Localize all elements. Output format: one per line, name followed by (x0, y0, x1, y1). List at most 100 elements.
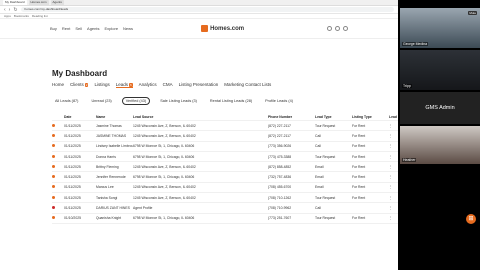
column-header[interactable]: Name (96, 115, 133, 119)
cell-listing: For Rent (352, 154, 366, 159)
home-logo-icon (201, 25, 209, 32)
cell-source: 1245 Wisconsin Ave, Z, Benson, IL 60402 (133, 133, 196, 138)
reload-icon[interactable]: ↻ (13, 7, 17, 13)
cell-date: 01/11/2025 (64, 195, 81, 200)
cell-date: 01/11/2025 (64, 164, 81, 169)
site-nav-item[interactable]: News (123, 26, 133, 31)
column-header[interactable]: Phone Number (268, 115, 315, 119)
filter-chip[interactable]: Rental Listing Leads (28) (207, 98, 255, 104)
tab-marketing-contact-lists[interactable]: Marketing Contact Lists (224, 82, 271, 88)
tab-label: Clients (70, 82, 84, 87)
cell-name[interactable]: DARIUS ZANT HINES (96, 206, 133, 210)
bell-icon[interactable] (335, 26, 340, 31)
row-menu-icon[interactable]: ⋮ (389, 155, 398, 159)
row-menu-icon[interactable]: ⋮ (389, 165, 398, 169)
tab-cma[interactable]: CMA (163, 82, 173, 88)
cell-name[interactable]: Donna Harris (96, 155, 133, 159)
heart-icon[interactable] (327, 26, 332, 31)
cell-phone: (708) 710-9962 (268, 206, 292, 211)
filter-chip[interactable]: Unread (23) (88, 98, 114, 104)
cell-name[interactable]: Jennifer Rennerode (96, 175, 133, 179)
row-menu-icon[interactable]: ⋮ (389, 196, 398, 200)
tab-leads[interactable]: Leads 6 (115, 82, 133, 88)
video-tile[interactable]: Tripp (400, 50, 480, 90)
tab-clients[interactable]: Clients 2 (70, 82, 89, 88)
browser-tab[interactable]: Agents (50, 0, 64, 5)
table-row[interactable]: 01/11/2025 Brittny Fleming 1245 Wisconsin … (52, 162, 398, 173)
filter-chip[interactable]: All Leads (87) (52, 98, 81, 104)
status-dot (52, 185, 55, 189)
bookmark[interactable]: Reading list (32, 14, 48, 18)
table-row[interactable]: 01/11/2025 Tanisha Songi 1245 Wisconsin Av… (52, 193, 398, 204)
back-icon[interactable]: ‹ (4, 7, 6, 13)
cell-name[interactable]: Tanisha Songi (96, 196, 133, 200)
tab-listing-presentation[interactable]: Listing Presentation (179, 82, 219, 88)
table-row[interactable]: 01/11/2025 Donna Harris 6798 W Monroe St, … (52, 152, 398, 163)
site-nav-item[interactable]: Rent (62, 26, 70, 31)
status-dot-cell (52, 154, 64, 159)
cell-date: 01/11/2025 (64, 185, 81, 190)
video-tile[interactable]: GMS Admin (400, 92, 480, 124)
cell-name[interactable]: Brittny Fleming (96, 165, 133, 169)
table-row[interactable]: 01/11/2025 JASMINE THOMAS 1245 Wisconsin A… (52, 131, 398, 142)
tab-listings[interactable]: Listings (94, 82, 109, 88)
row-menu-icon[interactable]: ⋮ (389, 175, 398, 179)
table-row[interactable]: 01/11/2025 Jasmine Thomas 1245 Wisconsin A… (52, 121, 398, 132)
bookmark[interactable]: Apps (4, 14, 11, 18)
site-nav-item[interactable]: Sell (75, 26, 82, 31)
row-menu-icon[interactable]: ⋮ (389, 124, 398, 128)
site-nav-item[interactable]: Agents (87, 26, 99, 31)
status-dot-cell (52, 123, 64, 128)
table-row[interactable]: 01/10/2025 Quanisha Knight 6798 W Monroe S… (52, 214, 398, 224)
browser-tab[interactable]: Homes.com (28, 0, 49, 5)
browser-tab[interactable]: My Dashboard (3, 0, 27, 5)
video-tile[interactable]: Mute George Medina (400, 8, 480, 48)
filter-chip[interactable]: Profile Leads (4) (262, 98, 296, 104)
site-nav-item[interactable]: Explore (104, 26, 118, 31)
url-field[interactable]: homes.com/my-dashboard/leads (20, 7, 394, 12)
cell-type: Tour Request (315, 195, 336, 200)
cell-name[interactable]: Quanisha Knight (96, 216, 133, 220)
column-header[interactable]: Listing Type (352, 115, 389, 119)
cell-name[interactable]: JASMINE THOMAS (96, 134, 133, 138)
table-row[interactable]: 01/11/2025 Lindsey Isabelle Limbrough6798… (52, 142, 398, 152)
grid-view-button[interactable]: ⊞ (466, 214, 476, 224)
status-dot-cell (52, 216, 64, 220)
row-menu-icon[interactable]: ⋮ (389, 216, 398, 220)
cell-date: 01/11/2025 (64, 154, 81, 159)
column-header[interactable]: Lead Source (133, 115, 268, 119)
table-row[interactable]: 01/11/2025 Marcus Lee 1245 Wisconsin Ave, … (52, 183, 398, 194)
column-header[interactable]: Lead Type (315, 115, 352, 119)
cell-name[interactable]: Lindsey Isabelle Limbrough (96, 144, 133, 148)
status-dot (52, 123, 55, 127)
filter-chip[interactable]: Sale Listing Leads (3) (157, 98, 200, 104)
table-row[interactable]: 01/11/2025 DARIUS ZANT HINES Agent Profile… (52, 203, 398, 214)
forward-icon[interactable]: › (9, 7, 11, 13)
column-header[interactable]: Lead Status (389, 115, 398, 119)
table-row[interactable]: 01/11/2025 Jennifer Rennerode 6798 W Monro… (52, 172, 398, 183)
video-tile[interactable]: Heather (400, 126, 480, 164)
page-title: My Dashboard (52, 69, 108, 78)
cell-date: 01/11/2025 (64, 133, 81, 138)
tab-home[interactable]: Home (52, 82, 64, 88)
site-nav-item[interactable]: Buy (50, 26, 57, 31)
cell-type: Email (315, 185, 324, 190)
site-logo[interactable]: Homes.com (201, 25, 244, 32)
status-dot (52, 216, 55, 220)
row-menu-icon[interactable]: ⋮ (389, 206, 398, 210)
row-menu-icon[interactable]: ⋮ (389, 134, 398, 138)
cell-listing: For Rent (352, 195, 366, 200)
cell-name[interactable]: Jasmine Thomas (96, 124, 133, 128)
cell-name[interactable]: Marcus Lee (96, 185, 133, 189)
cell-date: 01/11/2025 (64, 206, 81, 211)
row-menu-icon[interactable]: ⋮ (389, 144, 398, 148)
tab-analytics[interactable]: Analytics (139, 82, 157, 88)
column-header[interactable]: Date (64, 115, 96, 119)
status-dot (52, 164, 55, 168)
bookmark[interactable]: Bookmarks (14, 14, 29, 18)
mute-badge[interactable]: Mute (468, 11, 477, 15)
participant-name: George Medina (402, 42, 429, 46)
avatar[interactable] (343, 26, 348, 31)
filter-chip[interactable]: Verified (43) (121, 97, 151, 105)
row-menu-icon[interactable]: ⋮ (389, 185, 398, 189)
